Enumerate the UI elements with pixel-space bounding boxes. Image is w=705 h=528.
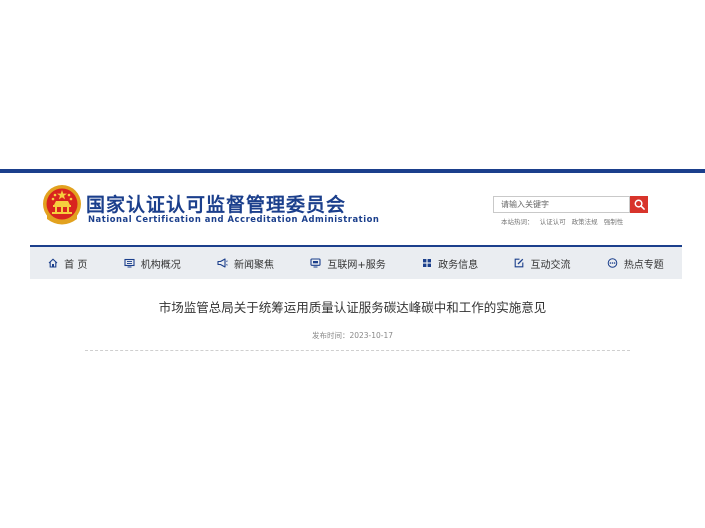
screen-icon — [310, 258, 321, 268]
nav-item-label: 首 页 — [64, 259, 88, 271]
site-title[interactable]: 国家认证认可监督管理委员会 — [86, 190, 346, 217]
nav-item-label: 政务信息 — [438, 259, 479, 271]
hot-word-link[interactable]: 强制性 — [604, 218, 624, 226]
nav-item-government-info[interactable]: 政务信息 — [422, 256, 478, 271]
grid-icon — [423, 259, 432, 267]
home-icon — [48, 258, 58, 268]
search-icon — [634, 199, 645, 210]
nav-item-label: 新闻聚焦 — [234, 259, 275, 271]
publish-time: 发布时间：2023-10-17 — [311, 331, 394, 340]
nav-item-organization[interactable]: 机构概况 — [124, 256, 181, 271]
main-nav: 首 页 机构概况 新闻聚焦 互联网+服务 政务信息 互动交流 热点专题 — [30, 245, 682, 279]
nav-item-label: 热点专题 — [623, 259, 664, 271]
site-header: 国家认证认可监督管理委员会 National Certification and… — [0, 173, 705, 245]
nav-item-label: 互动交流 — [530, 259, 571, 271]
nav-item-label: 机构概况 — [140, 259, 181, 271]
dots-icon — [607, 258, 618, 268]
monitor-icon — [124, 258, 135, 268]
nav-item-home[interactable]: 首 页 — [48, 256, 87, 271]
megaphone-icon — [217, 258, 228, 268]
dashed-divider — [85, 350, 630, 351]
site-title-english: National Certification and Accreditation… — [88, 214, 380, 224]
search-button[interactable] — [630, 196, 648, 213]
nav-item-interaction[interactable]: 互动交流 — [514, 256, 570, 271]
nav-item-label: 互联网+服务 — [327, 259, 386, 271]
search-input[interactable] — [493, 196, 630, 213]
nav-item-internet-services[interactable]: 互联网+服务 — [310, 256, 386, 271]
article-title: 市场监管总局关于统筹运用质量认证服务碳达峰碳中和工作的实施意见 — [158, 300, 547, 315]
hot-words-label: 本站热词： — [501, 218, 534, 226]
hot-word-link[interactable]: 认证认可 — [540, 218, 566, 226]
hot-words: 本站热词： 认证认可 政策法规 强制性 — [501, 216, 627, 226]
edit-icon — [515, 258, 524, 268]
nav-item-hot-topics[interactable]: 热点专题 — [607, 256, 664, 271]
nav-item-news[interactable]: 新闻聚焦 — [217, 256, 274, 271]
hot-word-link[interactable]: 政策法规 — [572, 218, 598, 226]
national-emblem-icon[interactable] — [42, 184, 82, 226]
